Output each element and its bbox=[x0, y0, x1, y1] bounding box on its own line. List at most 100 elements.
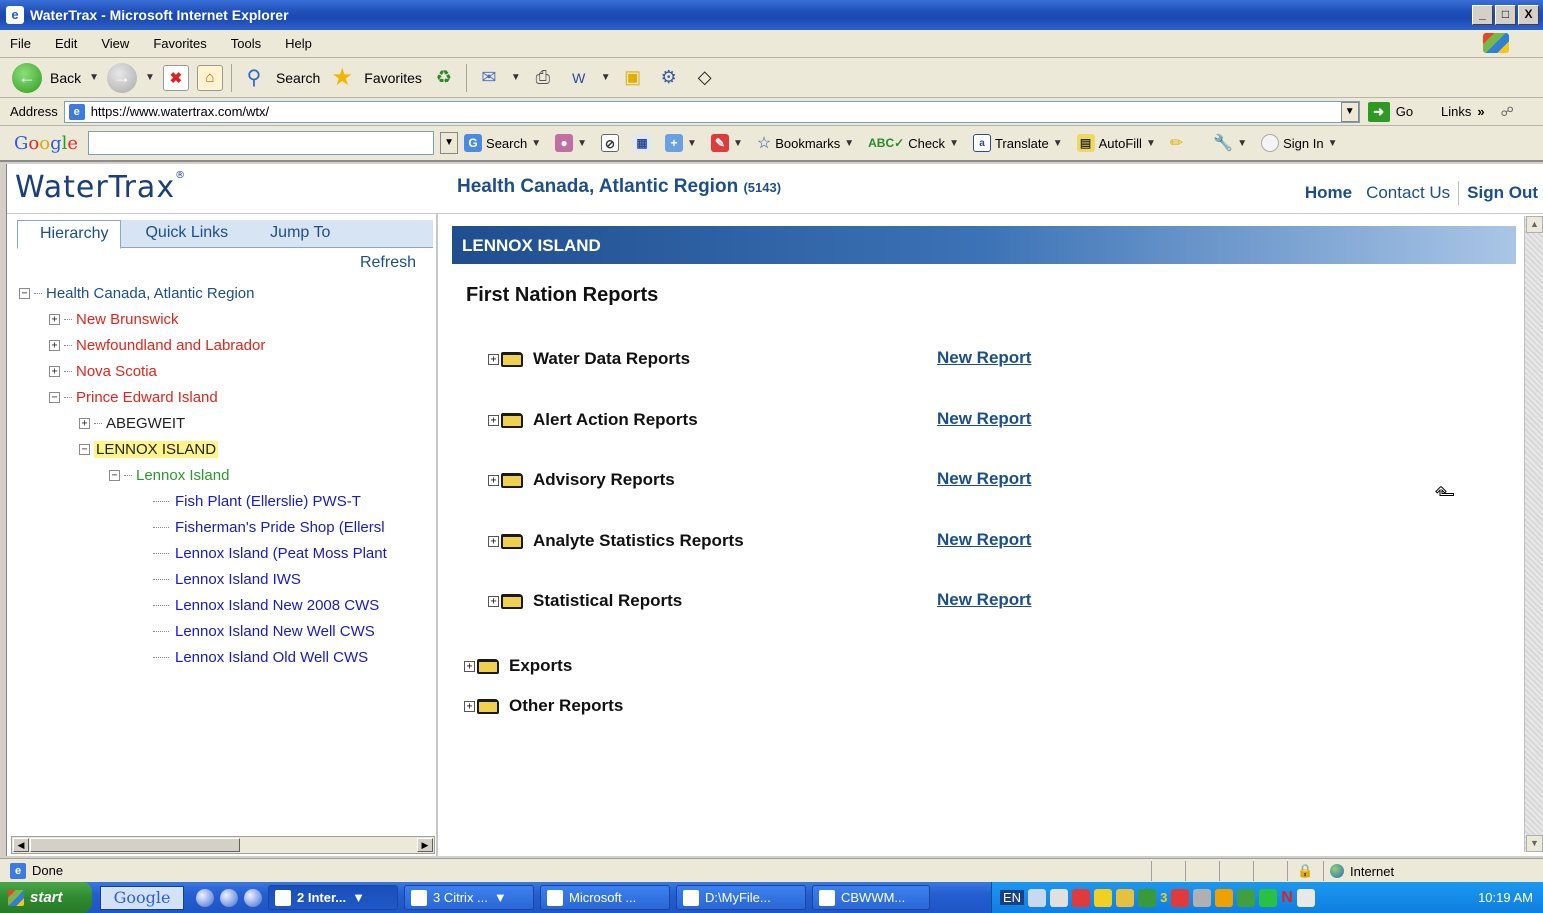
expand-icon[interactable]: + bbox=[49, 365, 60, 377]
expand-icon[interactable]: + bbox=[464, 660, 475, 672]
google-search-button[interactable]: G Search ▼ bbox=[464, 134, 541, 152]
expand-icon[interactable]: + bbox=[488, 535, 499, 547]
collapse-icon[interactable]: − bbox=[109, 469, 120, 481]
tray-icon[interactable] bbox=[1028, 888, 1047, 907]
language-indicator[interactable]: EN bbox=[1000, 890, 1025, 905]
sign-in-button[interactable]: Sign In ▼ bbox=[1261, 134, 1337, 152]
quick-launch-icon[interactable] bbox=[196, 888, 214, 907]
menu-tools[interactable]: Tools bbox=[231, 36, 261, 51]
favorites-button[interactable]: Favorites bbox=[364, 70, 422, 86]
google-search-input[interactable] bbox=[88, 131, 435, 155]
new-report-link[interactable]: New Report bbox=[937, 348, 1031, 368]
report-name[interactable]: Statistical Reports bbox=[533, 591, 682, 611]
report-name[interactable]: Analyte Statistics Reports bbox=[533, 531, 744, 551]
refresh-link[interactable]: Refresh bbox=[360, 254, 416, 272]
history-icon[interactable]: ♻ bbox=[430, 65, 458, 91]
home-link[interactable]: Home bbox=[1305, 183, 1352, 203]
edit-word-icon[interactable]: W bbox=[565, 65, 593, 91]
tray-icon[interactable] bbox=[1237, 888, 1256, 907]
horizontal-scrollbar[interactable]: ◀ ▶ bbox=[11, 836, 435, 854]
tab-quick-links[interactable]: Quick Links bbox=[121, 220, 242, 247]
messenger-icon[interactable]: ◇ bbox=[691, 65, 719, 91]
taskbar-ie-group[interactable]: 2 Inter... ▼ bbox=[268, 885, 398, 910]
tree-node-newfoundland[interactable]: + Newfoundland and Labrador bbox=[19, 332, 435, 358]
tree-node-label[interactable]: ABEGWEIT bbox=[106, 415, 185, 432]
discuss-note-icon[interactable]: ▣ bbox=[619, 65, 647, 91]
expand-icon[interactable]: + bbox=[49, 313, 60, 325]
google-logo[interactable]: Google bbox=[14, 133, 78, 154]
expand-icon[interactable]: + bbox=[79, 417, 90, 429]
norton-icon[interactable]: N bbox=[1281, 889, 1293, 907]
start-button[interactable]: start bbox=[0, 882, 92, 913]
report-name[interactable]: Exports bbox=[509, 656, 572, 676]
tray-icon[interactable] bbox=[1050, 888, 1069, 907]
bookmarks-button[interactable]: ☆ Bookmarks ▼ bbox=[757, 133, 854, 153]
window-title-bar[interactable]: e WaterTrax - Microsoft Internet Explore… bbox=[0, 0, 1543, 30]
tray-icon[interactable] bbox=[1259, 888, 1278, 907]
quick-launch-icon[interactable] bbox=[244, 888, 262, 907]
menu-view[interactable]: View bbox=[101, 36, 129, 51]
tray-icon[interactable] bbox=[1094, 888, 1113, 907]
stop-icon[interactable]: ✖ bbox=[162, 64, 189, 91]
watertrax-logo[interactable]: WaterTrax® bbox=[15, 170, 186, 205]
taskbar-citrix-group[interactable]: 3 Citrix ... ▼ bbox=[404, 885, 534, 910]
scroll-down-icon[interactable]: ▼ bbox=[1526, 835, 1543, 852]
links-chevron-icon[interactable]: » bbox=[1477, 104, 1484, 119]
report-name[interactable]: Advisory Reports bbox=[533, 470, 675, 490]
new-report-link[interactable]: New Report bbox=[937, 590, 1031, 610]
tree-node-label[interactable]: Nova Scotia bbox=[76, 363, 157, 380]
expand-icon[interactable]: + bbox=[488, 474, 499, 486]
menu-file[interactable]: File bbox=[10, 36, 31, 51]
popup-blocker-button[interactable]: ⊘ bbox=[601, 134, 620, 152]
tree-node-lennox-island-community[interactable]: − Lennox Island bbox=[19, 462, 435, 488]
minimize-button[interactable]: _ bbox=[1472, 5, 1493, 25]
tray-count-badge[interactable]: 3 bbox=[1160, 890, 1167, 905]
report-folder-advisory[interactable]: + Advisory Reports bbox=[488, 468, 675, 492]
report-name[interactable]: Alert Action Reports bbox=[533, 410, 698, 430]
home-icon[interactable]: ⌂ bbox=[196, 64, 223, 91]
forward-dropdown-icon[interactable]: ▼ bbox=[145, 72, 155, 83]
tray-icon[interactable] bbox=[1171, 888, 1190, 907]
tree-leaf-system[interactable]: Fish Plant (Ellerslie) PWS-T bbox=[19, 488, 435, 514]
report-folder-exports[interactable]: + Exports bbox=[464, 654, 572, 678]
collapse-icon[interactable]: − bbox=[79, 443, 90, 455]
tree-node-new-brunswick[interactable]: + New Brunswick bbox=[19, 306, 435, 332]
add-button[interactable]: + ▼ bbox=[665, 134, 697, 152]
tree-node-label[interactable]: Lennox Island bbox=[136, 467, 229, 484]
back-dropdown-icon[interactable]: ▼ bbox=[89, 72, 99, 83]
mail-dropdown-icon[interactable]: ▼ bbox=[511, 72, 521, 83]
tree-node-label[interactable]: Lennox Island Old Well CWS bbox=[175, 649, 368, 666]
forward-arrow-icon[interactable]: → bbox=[107, 62, 138, 93]
new-report-link[interactable]: New Report bbox=[937, 409, 1031, 429]
tray-icon[interactable] bbox=[1296, 888, 1315, 907]
taskbar-explorer[interactable]: D:\MyFile... bbox=[676, 885, 806, 910]
expand-icon[interactable]: + bbox=[488, 595, 499, 607]
tree-node-pei[interactable]: − Prince Edward Island bbox=[19, 384, 435, 410]
scroll-left-icon[interactable]: ◀ bbox=[13, 838, 29, 852]
address-url[interactable]: https://www.watertrax.com/wtx/ bbox=[91, 104, 269, 119]
tree-node-label[interactable]: Fish Plant (Ellerslie) PWS-T bbox=[175, 493, 361, 510]
scroll-up-icon[interactable]: ▲ bbox=[1526, 216, 1543, 233]
tree-node-label[interactable]: Fisherman's Pride Shop (Ellersl bbox=[175, 519, 385, 536]
maximize-button[interactable]: □ bbox=[1495, 5, 1516, 25]
tree-leaf-system[interactable]: Lennox Island Old Well CWS bbox=[19, 644, 435, 670]
go-button[interactable]: ➜ Go bbox=[1367, 101, 1413, 122]
links-button[interactable]: Links bbox=[1441, 104, 1471, 119]
report-folder-statistical[interactable]: + Statistical Reports bbox=[488, 589, 682, 613]
mail-icon[interactable]: ✉ bbox=[475, 65, 503, 91]
contact-us-link[interactable]: Contact Us bbox=[1366, 183, 1450, 203]
google-calendar-button[interactable]: ▦ bbox=[633, 134, 652, 152]
settings-button[interactable]: 🔧 ▼ bbox=[1213, 133, 1247, 153]
google-search-dropdown-icon[interactable]: ▼ bbox=[440, 132, 459, 154]
tree-leaf-system[interactable]: Fisherman's Pride Shop (Ellersl bbox=[19, 514, 435, 540]
scroll-right-icon[interactable]: ▶ bbox=[417, 838, 433, 852]
research-icon[interactable]: ⚙ bbox=[655, 65, 683, 91]
tree-leaf-system[interactable]: Lennox Island (Peat Moss Plant bbox=[19, 540, 435, 566]
report-folder-alert-action[interactable]: + Alert Action Reports bbox=[488, 408, 698, 432]
translate-button[interactable]: a Translate ▼ bbox=[972, 134, 1063, 152]
tree-node-label[interactable]: Newfoundland and Labrador bbox=[76, 337, 265, 354]
close-button[interactable]: X bbox=[1518, 5, 1539, 25]
vertical-scrollbar[interactable]: ▲ ▼ bbox=[1524, 216, 1543, 852]
search-button[interactable]: Search bbox=[276, 70, 320, 86]
menu-edit[interactable]: Edit bbox=[55, 36, 77, 51]
